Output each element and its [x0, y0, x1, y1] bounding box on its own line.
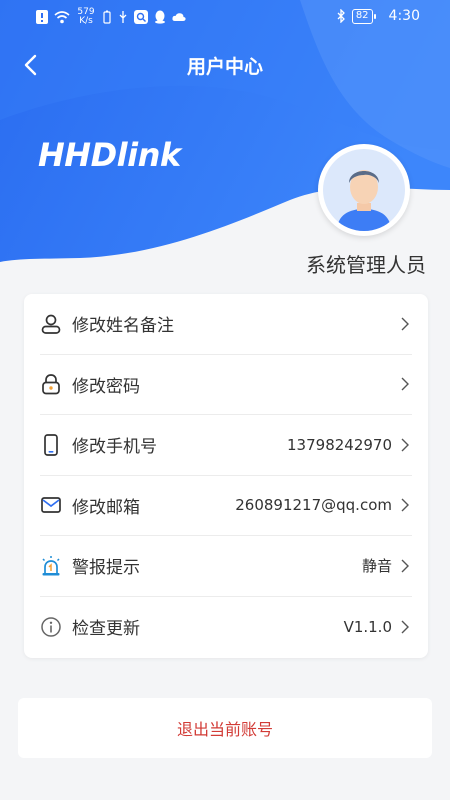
- menu-item-change-password[interactable]: 修改密码: [40, 355, 412, 415]
- clock: 4:30: [388, 8, 420, 24]
- page-title: 用户中心: [186, 56, 263, 78]
- user-avatar-icon: [337, 170, 391, 231]
- battery-indicator: 82: [351, 8, 376, 24]
- menu-item-alarm[interactable]: 警报提示 静音: [40, 536, 412, 597]
- menu-item-change-email[interactable]: 修改邮箱 260891217@qq.com: [40, 476, 412, 536]
- menu-item-label: 警报提示: [72, 558, 140, 579]
- status-right: 82 4:30: [336, 8, 420, 24]
- menu-item-label: 修改密码: [72, 376, 140, 397]
- menu-item-value: 静音: [361, 557, 392, 576]
- chevron-right-icon: [401, 559, 409, 573]
- menu-item-value: V1.1.0: [343, 617, 392, 636]
- chevron-right-icon: [401, 498, 409, 512]
- network-speed-unit: K/s: [79, 16, 93, 26]
- chevron-right-icon: [401, 438, 409, 452]
- settings-card: 修改姓名备注 修改密码 修改手机号 13798242970 修改邮箱 26089…: [24, 294, 428, 658]
- menu-item-label: 检查更新: [72, 619, 140, 640]
- alert-icon: [36, 10, 48, 24]
- menu-item-label: 修改邮箱: [72, 497, 140, 518]
- search-app-icon: [134, 10, 148, 24]
- profile-name: 系统管理人员: [306, 253, 426, 277]
- mail-icon: [40, 494, 62, 516]
- phone-icon: [40, 433, 62, 456]
- user-icon: [40, 313, 62, 335]
- cloud-icon: [172, 13, 186, 21]
- status-bar: 579 K/s 82 4:30: [0, 0, 450, 34]
- chevron-right-icon: [401, 377, 409, 391]
- bluetooth-icon: [337, 9, 345, 23]
- chevron-right-icon: [401, 317, 409, 331]
- logout-button[interactable]: 退出当前账号: [18, 698, 432, 758]
- avatar[interactable]: [318, 144, 410, 236]
- menu-item-value: 13798242970: [287, 435, 392, 454]
- alarm-icon: [40, 555, 62, 577]
- avatar-image: [323, 149, 405, 231]
- menu-item-check-update[interactable]: 检查更新 V1.1.0: [40, 597, 412, 658]
- chevron-right-icon: [401, 620, 409, 634]
- wifi-icon: [54, 10, 70, 23]
- menu-item-edit-name[interactable]: 修改姓名备注: [40, 294, 412, 355]
- usb-icon: [119, 11, 127, 23]
- menu-item-label: 修改手机号: [72, 437, 157, 458]
- menu-item-label: 修改姓名备注: [72, 316, 174, 337]
- qq-icon: [155, 10, 165, 24]
- menu-item-value: 260891217@qq.com: [235, 496, 392, 515]
- logo: HHDlink: [38, 136, 181, 174]
- battery-saver-icon: [103, 10, 111, 24]
- info-icon: [40, 616, 62, 638]
- lock-icon: [40, 373, 62, 395]
- network-speed: 579 K/s: [76, 8, 96, 26]
- menu-item-change-phone[interactable]: 修改手机号 13798242970: [40, 415, 412, 476]
- status-left: 579 K/s: [36, 8, 186, 26]
